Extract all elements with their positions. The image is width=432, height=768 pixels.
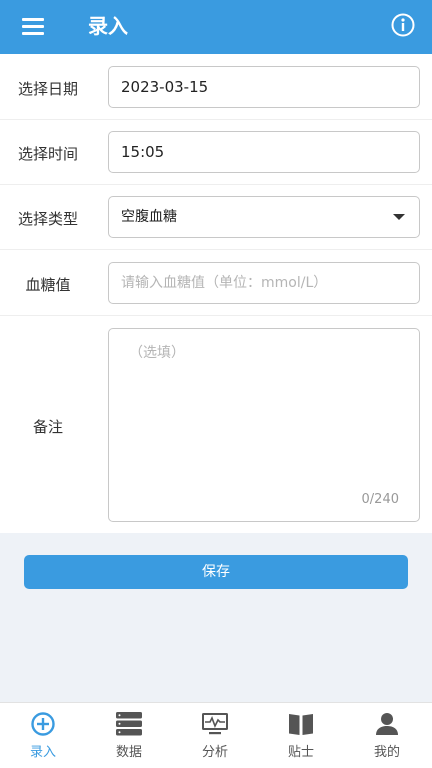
- note-placeholder: （选填）: [129, 345, 185, 361]
- tab-tips-label: 贴士: [287, 745, 314, 760]
- glucose-input[interactable]: 请输入血糖值（单位：mmol/L）: [108, 262, 420, 304]
- glucose-placeholder: 请输入血糖值（单位：mmol/L）: [121, 275, 328, 291]
- book-icon: [289, 714, 313, 735]
- monitor-chart-icon: [202, 713, 228, 735]
- tab-analysis-label: 分析: [201, 745, 228, 760]
- info-button[interactable]: [390, 12, 416, 38]
- type-row: 选择类型 空腹血糖: [0, 185, 432, 250]
- glucose-label: 血糖值: [25, 276, 71, 294]
- dropdown-caret-icon: [393, 214, 405, 220]
- note-label: 备注: [32, 418, 63, 436]
- time-field[interactable]: 15:05: [108, 131, 420, 173]
- date-row: 选择日期 2023-03-15: [0, 54, 432, 120]
- menu-button[interactable]: [14, 14, 54, 40]
- date-label: 选择日期: [17, 80, 78, 98]
- app-bar: 录入: [0, 0, 432, 54]
- entry-form: 选择日期 2023-03-15 选择时间 15:05 选择类型 空腹血糖 血糖值…: [0, 54, 432, 533]
- bottom-tab-bar: 录入 数据 分析 贴士 我的: [0, 702, 432, 768]
- tab-entry-label: 录入: [29, 745, 56, 760]
- type-label: 选择类型: [17, 210, 78, 228]
- person-icon: [376, 713, 398, 735]
- type-value: 空腹血糖: [121, 209, 177, 225]
- page-title: 录入: [88, 14, 128, 38]
- tab-profile[interactable]: 我的: [344, 703, 430, 768]
- menu-icon-bar: [22, 32, 44, 35]
- tab-data[interactable]: 数据: [86, 703, 172, 768]
- plus-circle-icon: [31, 712, 55, 736]
- type-select[interactable]: 空腹血糖: [108, 196, 420, 238]
- time-label: 选择时间: [17, 145, 78, 163]
- note-row: 备注 （选填） 0/240: [0, 316, 432, 533]
- glucose-row: 血糖值 请输入血糖值（单位：mmol/L）: [0, 250, 432, 316]
- time-row: 选择时间 15:05: [0, 120, 432, 185]
- note-textarea[interactable]: （选填） 0/240: [108, 328, 420, 522]
- menu-icon-bar: [22, 25, 44, 28]
- date-field[interactable]: 2023-03-15: [108, 66, 420, 108]
- tab-profile-label: 我的: [373, 745, 400, 760]
- tab-analysis[interactable]: 分析: [172, 703, 258, 768]
- date-value: 2023-03-15: [121, 78, 209, 96]
- info-icon: [391, 13, 415, 37]
- tab-tips[interactable]: 贴士: [258, 703, 344, 768]
- save-button[interactable]: 保存: [24, 555, 408, 589]
- database-icon: [116, 712, 142, 736]
- time-value: 15:05: [121, 143, 165, 161]
- menu-icon-bar: [22, 18, 44, 21]
- note-char-counter: 0/240: [361, 492, 399, 507]
- tab-data-label: 数据: [115, 745, 142, 760]
- tab-entry[interactable]: 录入: [0, 703, 86, 768]
